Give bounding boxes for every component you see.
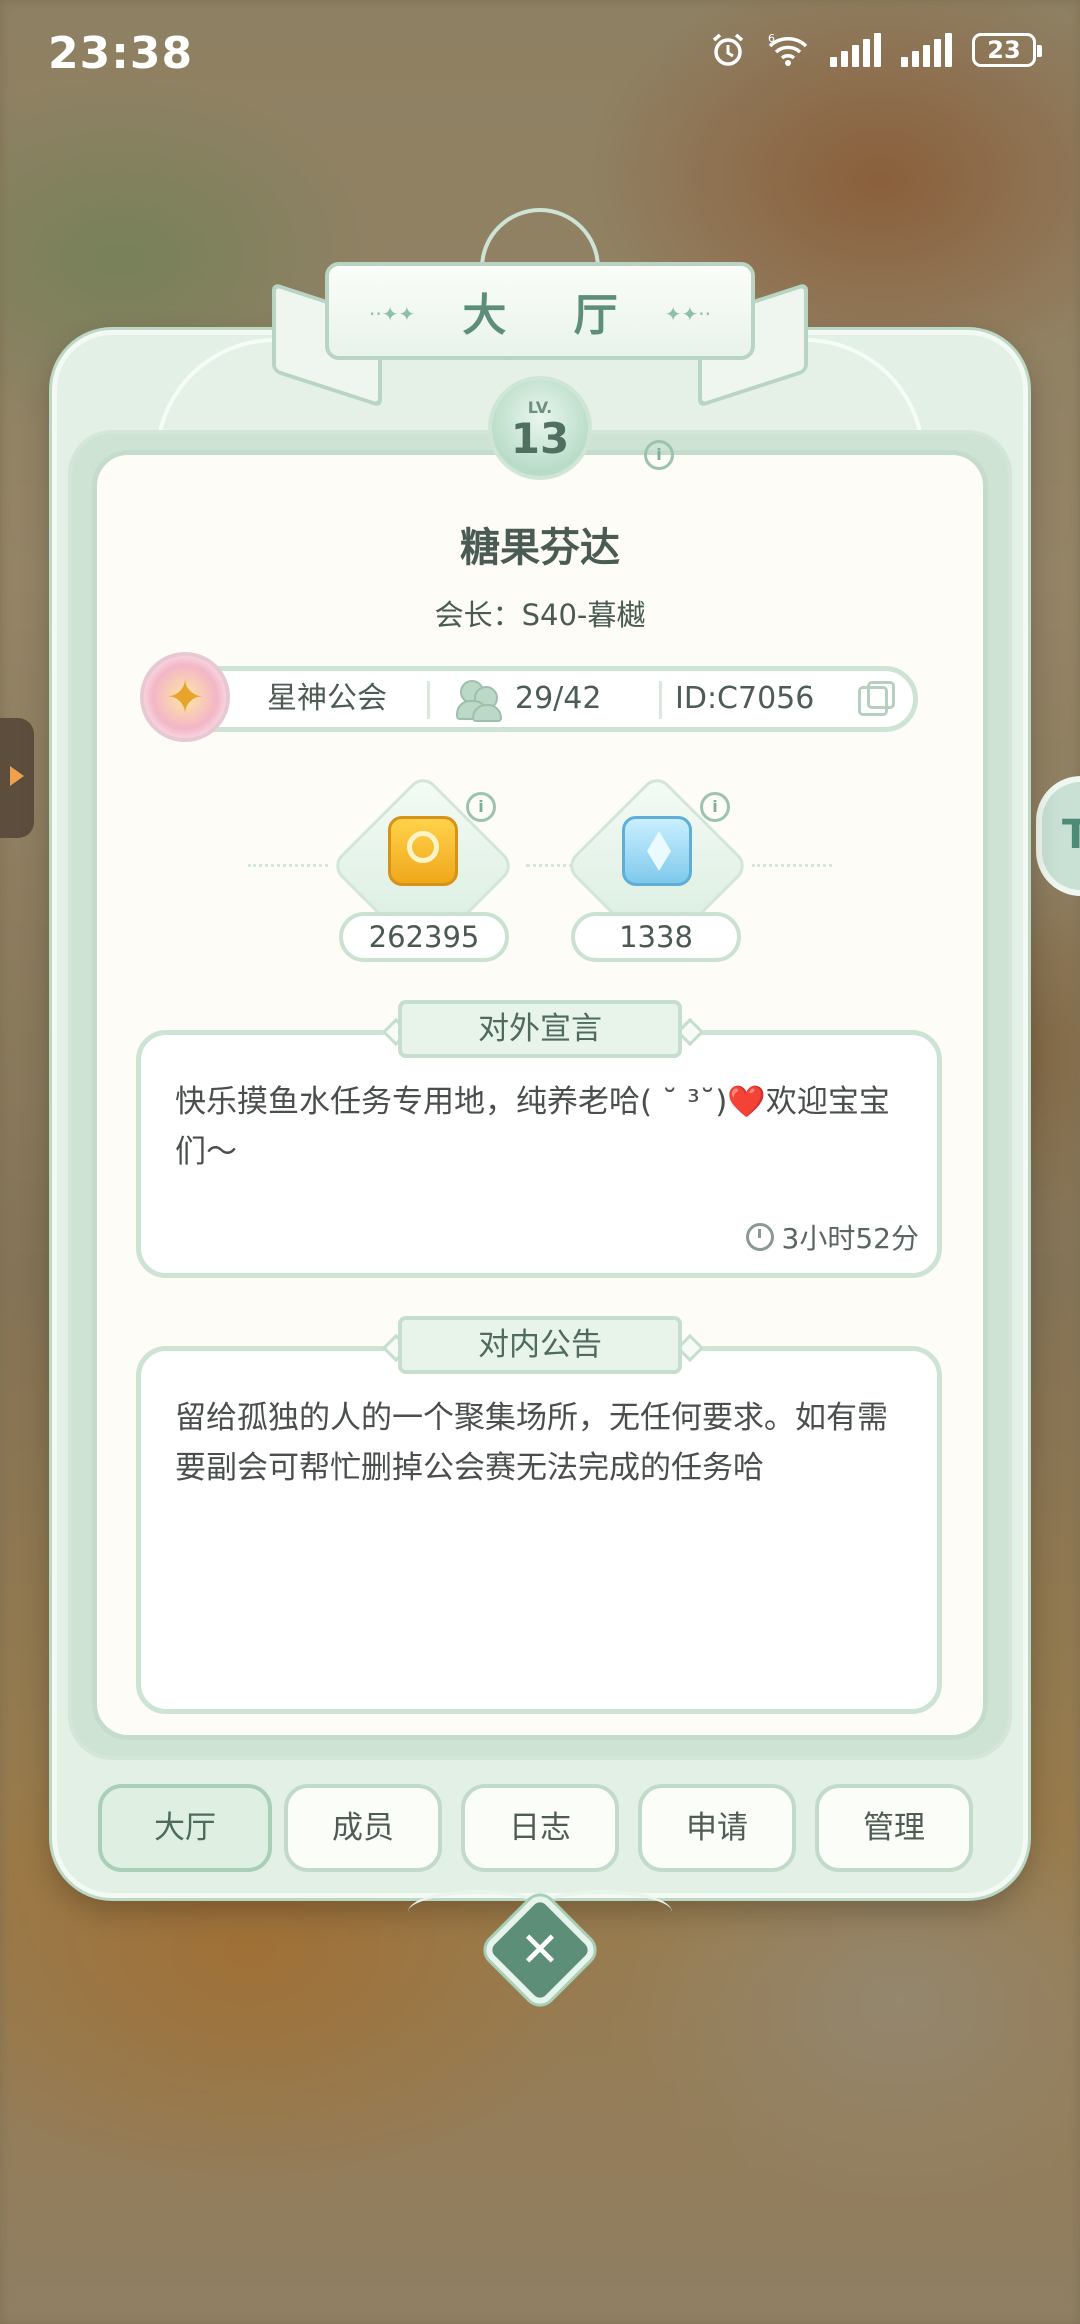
crystal-amount: 1338 (571, 912, 741, 962)
divider (248, 864, 328, 867)
tab-applications[interactable]: 申请 (638, 1784, 796, 1872)
declaration-time: 3小时52分 (745, 1217, 919, 1257)
guild-id: ID:C7056 (675, 681, 815, 716)
guild-info-bar: 星神公会 29/42 ID:C7056 (170, 666, 918, 732)
tab-members[interactable]: 成员 (284, 1784, 442, 1872)
internal-notice-title: 对内公告 (398, 1316, 682, 1374)
divider (427, 681, 430, 719)
network-badge: 6 (768, 32, 775, 45)
level-value: 13 (510, 414, 570, 463)
page-title: 大 厅 (462, 290, 644, 341)
status-bar: 23:38 6 23 (0, 0, 1080, 110)
title-banner: ··✦✦ 大 厅 ✦✦·· (325, 262, 755, 360)
internal-notice-text: 留给孤独的人的一个聚集场所，无任何要求。如有需要副会可帮忙删掉公会赛无法完成的任… (175, 1400, 888, 1486)
battery-level: 23 (987, 36, 1021, 64)
sparkle-icon: ✦✦·· (664, 302, 711, 326)
copy-id-icon[interactable] (858, 681, 895, 716)
external-declaration-box: 快乐摸鱼水任务专用地，纯养老哈( ˘ ³˘)❤️欢迎宝宝们～ 3小时52分 (136, 1030, 942, 1278)
clock-icon (745, 1223, 774, 1251)
coin-info-icon[interactable]: i (466, 792, 496, 822)
external-declaration-title: 对外宣言 (398, 1000, 682, 1058)
guild-level-badge: LV. 13 (470, 368, 610, 488)
members-icon (456, 678, 502, 722)
tab-log[interactable]: 日志 (461, 1784, 619, 1872)
tab-manage[interactable]: 管理 (815, 1784, 973, 1872)
close-icon[interactable]: ✕ (498, 1908, 582, 1992)
internal-notice-box: 留给孤独的人的一个聚集场所，无任何要求。如有需要副会可帮忙删掉公会赛无法完成的任… (136, 1346, 942, 1714)
signal-icon-1 (830, 33, 881, 67)
divider (659, 681, 662, 719)
coin-icon (388, 816, 458, 886)
crystal-icon (622, 816, 692, 886)
guild-emblem-icon (140, 652, 230, 742)
guild-name: 糖果芬达 (460, 525, 620, 571)
status-time: 23:38 (48, 28, 194, 79)
member-count: 29/42 (515, 681, 602, 716)
guild-leader: 会长：S40-暮樾 (434, 598, 646, 632)
status-icons: 6 23 (710, 32, 1042, 68)
wifi-icon: 6 (768, 32, 808, 66)
crystal-info-icon[interactable]: i (700, 792, 730, 822)
battery-icon: 23 (972, 33, 1042, 67)
coin-amount: 262395 (339, 912, 509, 962)
signal-icon-2 (901, 33, 952, 67)
level-info-icon[interactable]: i (644, 440, 674, 470)
left-expand-tab[interactable] (0, 718, 34, 838)
sparkle-icon: ··✦✦ (369, 302, 416, 326)
guild-type: 星神公会 (267, 681, 387, 716)
alarm-icon (712, 33, 744, 66)
divider (752, 864, 832, 867)
external-declaration-text: 快乐摸鱼水任务专用地，纯养老哈( ˘ ³˘)❤️欢迎宝宝们～ (175, 1084, 890, 1170)
tab-hall[interactable]: 大厅 (98, 1784, 272, 1872)
right-side-button-label: T (1062, 812, 1080, 858)
declaration-time-text: 3小时52分 (781, 1222, 919, 1255)
